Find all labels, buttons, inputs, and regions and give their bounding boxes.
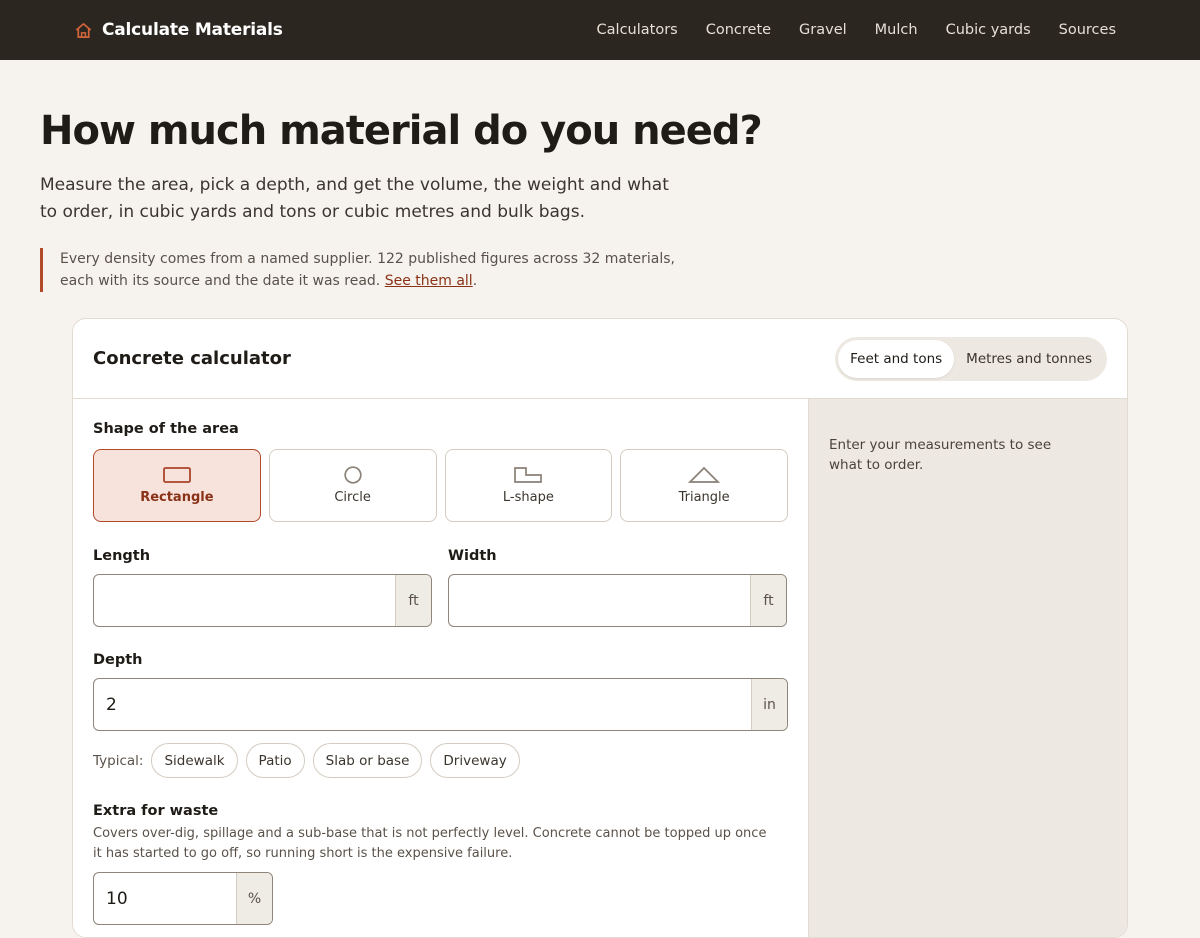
- shape-rectangle[interactable]: Rectangle: [93, 449, 261, 522]
- results-placeholder: Enter your measurements to see what to o…: [829, 437, 1052, 473]
- shape-rectangle-label: Rectangle: [140, 490, 214, 505]
- typical-patio-chip[interactable]: Patio: [245, 743, 305, 778]
- shape-l-shape-label: L-shape: [502, 490, 554, 505]
- depth-field: Depth in Typical: Sidewalk Patio Slab or…: [93, 649, 788, 778]
- waste-field: Extra for waste Covers over-dig, spillag…: [93, 800, 788, 925]
- sources-note: Every density comes from a named supplie…: [40, 248, 700, 292]
- shape-triangle-label: Triangle: [678, 490, 730, 505]
- nav-mulch[interactable]: Mulch: [875, 22, 918, 38]
- waste-input-wrap: %: [93, 872, 273, 925]
- shape-circle-label: Circle: [334, 490, 371, 505]
- hero-lede: Measure the area, pick a depth, and get …: [40, 175, 669, 222]
- calculator-title: Concrete calculator: [93, 348, 291, 369]
- typical-sidewalk-chip[interactable]: Sidewalk: [151, 743, 238, 778]
- typical-label: Typical:: [93, 752, 144, 769]
- length-input-wrap: ft: [93, 574, 432, 627]
- sources-note-end: .: [472, 273, 478, 289]
- hero: How much material do you need? Measure t…: [0, 60, 1200, 292]
- typical-driveway-chip[interactable]: Driveway: [430, 743, 520, 778]
- shape-selector: Rectangle Circle L-shape Triangle: [93, 449, 788, 522]
- shape-label: Shape of the area: [93, 421, 239, 437]
- depth-unit: in: [751, 679, 787, 730]
- width-field: Width ft: [448, 545, 787, 627]
- length-field: Length ft: [93, 545, 432, 627]
- nav-sources[interactable]: Sources: [1059, 22, 1116, 38]
- shape-circle[interactable]: Circle: [268, 449, 437, 522]
- typical-slab-chip[interactable]: Slab or base: [312, 743, 423, 778]
- nav-cubic-yards[interactable]: Cubic yards: [946, 22, 1031, 38]
- concrete-calculator: Concrete calculator Feet and tons Metres…: [72, 318, 1128, 938]
- width-unit: ft: [750, 575, 786, 626]
- calculator-body: Shape of the area Rectangle Circle L-sha…: [73, 399, 1127, 937]
- length-input[interactable]: [94, 575, 395, 626]
- length-unit: ft: [395, 575, 431, 626]
- nav-calculators[interactable]: Calculators: [597, 22, 678, 38]
- dimension-fields: Length ft Width ft: [93, 545, 788, 627]
- shape-triangle[interactable]: Triangle: [620, 449, 788, 522]
- brand[interactable]: Calculate Materials: [74, 20, 283, 40]
- depth-input[interactable]: [94, 679, 751, 730]
- nav-concrete[interactable]: Concrete: [706, 22, 771, 38]
- brand-name: Calculate Materials: [102, 20, 283, 40]
- results-panel: Enter your measurements to see what to o…: [808, 399, 1127, 937]
- waste-input[interactable]: [94, 873, 236, 924]
- circle-icon: [343, 466, 362, 484]
- depth-label: Depth: [93, 652, 143, 668]
- calculator-form: Shape of the area Rectangle Circle L-sha…: [73, 399, 808, 937]
- unit-metric-button[interactable]: Metres and tonnes: [954, 340, 1104, 378]
- depth-input-wrap: in: [93, 678, 788, 731]
- l-shape-icon: [514, 467, 543, 483]
- width-label: Width: [448, 548, 497, 564]
- waste-unit: %: [236, 873, 272, 924]
- sources-note-text: Every density comes from a named supplie…: [60, 251, 675, 289]
- calculator-header: Concrete calculator Feet and tons Metres…: [73, 319, 1127, 399]
- site-header: Calculate Materials Calculators Concrete…: [0, 0, 1200, 60]
- waste-help: Covers over-dig, spillage and a sub-base…: [93, 826, 767, 861]
- page-title: How much material do you need?: [40, 108, 763, 154]
- width-input[interactable]: [449, 575, 750, 626]
- unit-toggle: Feet and tons Metres and tonnes: [835, 336, 1107, 381]
- shape-l-shape[interactable]: L-shape: [444, 449, 613, 522]
- nav-gravel[interactable]: Gravel: [799, 22, 847, 38]
- waste-label: Extra for waste: [93, 803, 219, 819]
- rectangle-icon: [162, 467, 191, 483]
- typical-depths: Typical: Sidewalk Patio Slab or base Dri…: [93, 743, 788, 778]
- width-input-wrap: ft: [448, 574, 787, 627]
- main-nav: Calculators Concrete Gravel Mulch Cubic …: [597, 22, 1116, 38]
- see-all-sources-link[interactable]: See them all: [385, 273, 473, 289]
- unit-imperial-button[interactable]: Feet and tons: [838, 339, 955, 378]
- house-icon: [75, 22, 92, 38]
- triangle-icon: [688, 466, 721, 483]
- length-label: Length: [93, 548, 151, 564]
